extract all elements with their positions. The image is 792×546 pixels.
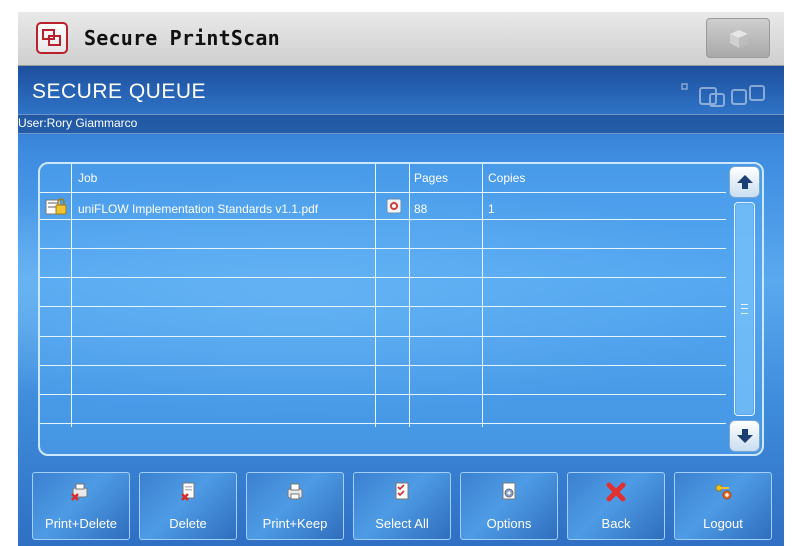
delete-label: Delete (169, 516, 207, 531)
watermark-logo-icon (680, 82, 780, 112)
user-label: User:Rory Giammarco (18, 116, 138, 130)
options-button[interactable]: Options (460, 472, 558, 540)
grid-line (40, 365, 726, 366)
print-delete-label: Print+Delete (45, 516, 117, 531)
grid-line (40, 394, 726, 395)
grid-line (40, 306, 726, 307)
grid-line (71, 164, 72, 427)
job-grid: Job Pages Copies uniFLOW Implementation … (40, 164, 726, 427)
job-name-cell[interactable]: uniFLOW Implementation Standards v1.1.pd… (78, 202, 318, 216)
title-bar: Secure PrintScan (18, 12, 784, 66)
back-button[interactable]: Back (567, 472, 665, 540)
print-keep-icon (287, 483, 303, 500)
logout-label: Logout (703, 516, 743, 531)
grid-line (40, 336, 726, 337)
column-header-pages[interactable]: Pages (414, 171, 448, 185)
grid-line (40, 277, 726, 278)
cube-icon (730, 30, 748, 48)
print-delete-icon (71, 483, 88, 501)
app-title: Secure PrintScan (84, 26, 280, 50)
grid-line (375, 164, 376, 427)
header-band: SECURE QUEUE (18, 66, 784, 114)
arrow-down-icon (737, 429, 753, 443)
options-icon (502, 482, 516, 500)
delete-button[interactable]: Delete (139, 472, 237, 540)
copies-cell: 1 (488, 202, 495, 216)
column-header-job[interactable]: Job (78, 171, 97, 185)
grid-line (409, 164, 410, 427)
screen-title: SECURE QUEUE (32, 80, 207, 103)
logout-button[interactable]: Logout (674, 472, 772, 540)
scroll-up-button[interactable] (729, 166, 760, 198)
logout-icon (715, 484, 732, 500)
main-panel: SECURE QUEUE User:Rory Giammarco Job Pag… (18, 66, 784, 546)
scroll-down-button[interactable] (729, 420, 760, 452)
screen: Secure PrintScan SECURE QUEUE User:Rory … (0, 0, 792, 546)
pages-cell: 88 (414, 202, 428, 216)
print-keep-button[interactable]: Print+Keep (246, 472, 344, 540)
secure-job-icon (45, 196, 67, 220)
app-logo-icon (36, 22, 68, 54)
scroll-thumb[interactable] (736, 204, 753, 414)
scroll-track[interactable] (734, 202, 755, 416)
back-icon (606, 482, 626, 502)
delete-icon (181, 482, 195, 501)
job-table: Job Pages Copies uniFLOW Implementation … (38, 162, 764, 456)
print-keep-label: Print+Keep (262, 516, 328, 531)
user-bar: User:Rory Giammarco (18, 114, 784, 134)
grip-icon (741, 304, 748, 314)
select-all-button[interactable]: Select All (353, 472, 451, 540)
grid-line (482, 164, 483, 427)
grid-line (40, 248, 726, 249)
device-menu-button[interactable] (706, 18, 770, 58)
grid-line (40, 219, 726, 220)
select-all-icon (395, 482, 409, 500)
scrollbar[interactable] (727, 164, 762, 454)
print-delete-button[interactable]: Print+Delete (32, 472, 130, 540)
column-header-copies[interactable]: Copies (488, 171, 525, 185)
select-all-label: Select All (375, 516, 429, 531)
grid-line (40, 192, 726, 193)
arrow-up-icon (737, 175, 753, 189)
back-label: Back (601, 516, 631, 531)
pdf-file-icon (386, 198, 402, 218)
options-label: Options (486, 516, 532, 531)
grid-line (40, 423, 726, 424)
